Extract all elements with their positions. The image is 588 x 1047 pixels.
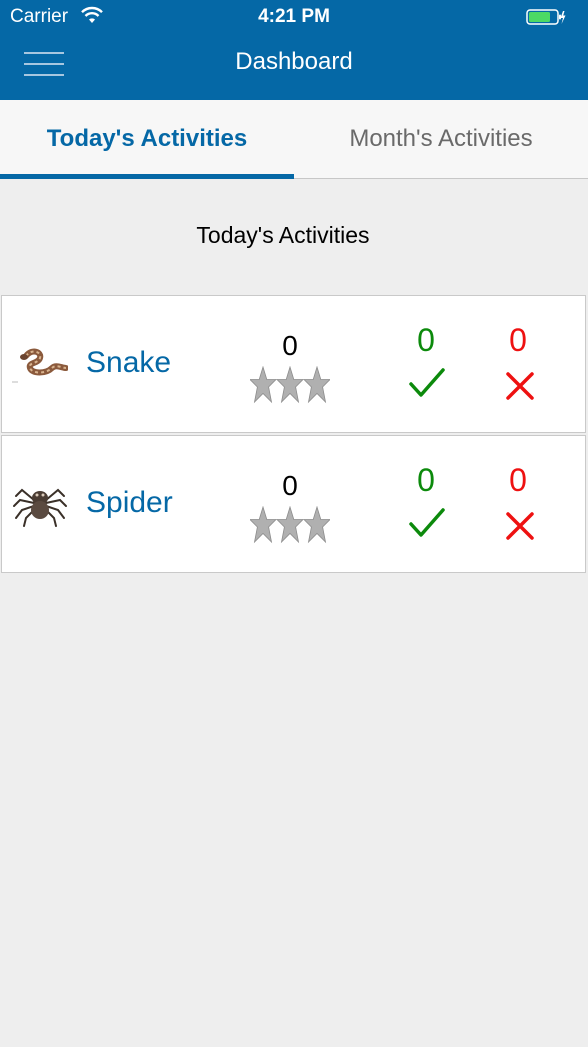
star-rating: [250, 366, 330, 404]
activity-row-spider[interactable]: Spider 0 0 0: [1, 435, 586, 573]
activity-score: 0: [282, 330, 298, 361]
status-time: 4:21 PM: [258, 6, 330, 27]
x-icon: [506, 512, 534, 540]
star-rating: [250, 506, 330, 544]
app-header: Carrier 4:21 PM Dashboard: [0, 0, 588, 100]
star-icon: [250, 506, 277, 544]
check-icon: [409, 508, 445, 537]
wrong-count: 0: [509, 322, 527, 358]
correct-count: 0: [417, 322, 435, 358]
star-icon: [276, 506, 304, 544]
activity-name: Spider: [86, 486, 173, 519]
page-title: Dashboard: [235, 48, 353, 75]
tab-months-activities[interactable]: Month's Activities: [294, 100, 588, 178]
activity-score: 0: [282, 470, 298, 501]
tab-todays-activities[interactable]: Today's Activities: [0, 100, 294, 178]
section-title: Today's Activities: [196, 222, 370, 248]
snake-icon: [12, 348, 68, 383]
star-icon: [303, 506, 330, 544]
wrong-count: 0: [509, 462, 527, 498]
check-icon: [409, 368, 445, 397]
correct-count: 0: [417, 462, 435, 498]
status-bar: Carrier 4:21 PM: [0, 0, 588, 34]
tab-bar: Today's Activities Month's Activities: [0, 100, 588, 179]
spider-icon: [13, 488, 67, 527]
x-icon: [506, 372, 534, 400]
active-tab-indicator: [0, 174, 294, 179]
star-icon: [303, 366, 330, 404]
star-icon: [276, 366, 304, 404]
star-icon: [250, 366, 277, 404]
activity-row-snake[interactable]: Snake 0 0 0: [1, 295, 586, 433]
battery-icon: [526, 9, 566, 25]
activity-name: Snake: [86, 346, 172, 379]
